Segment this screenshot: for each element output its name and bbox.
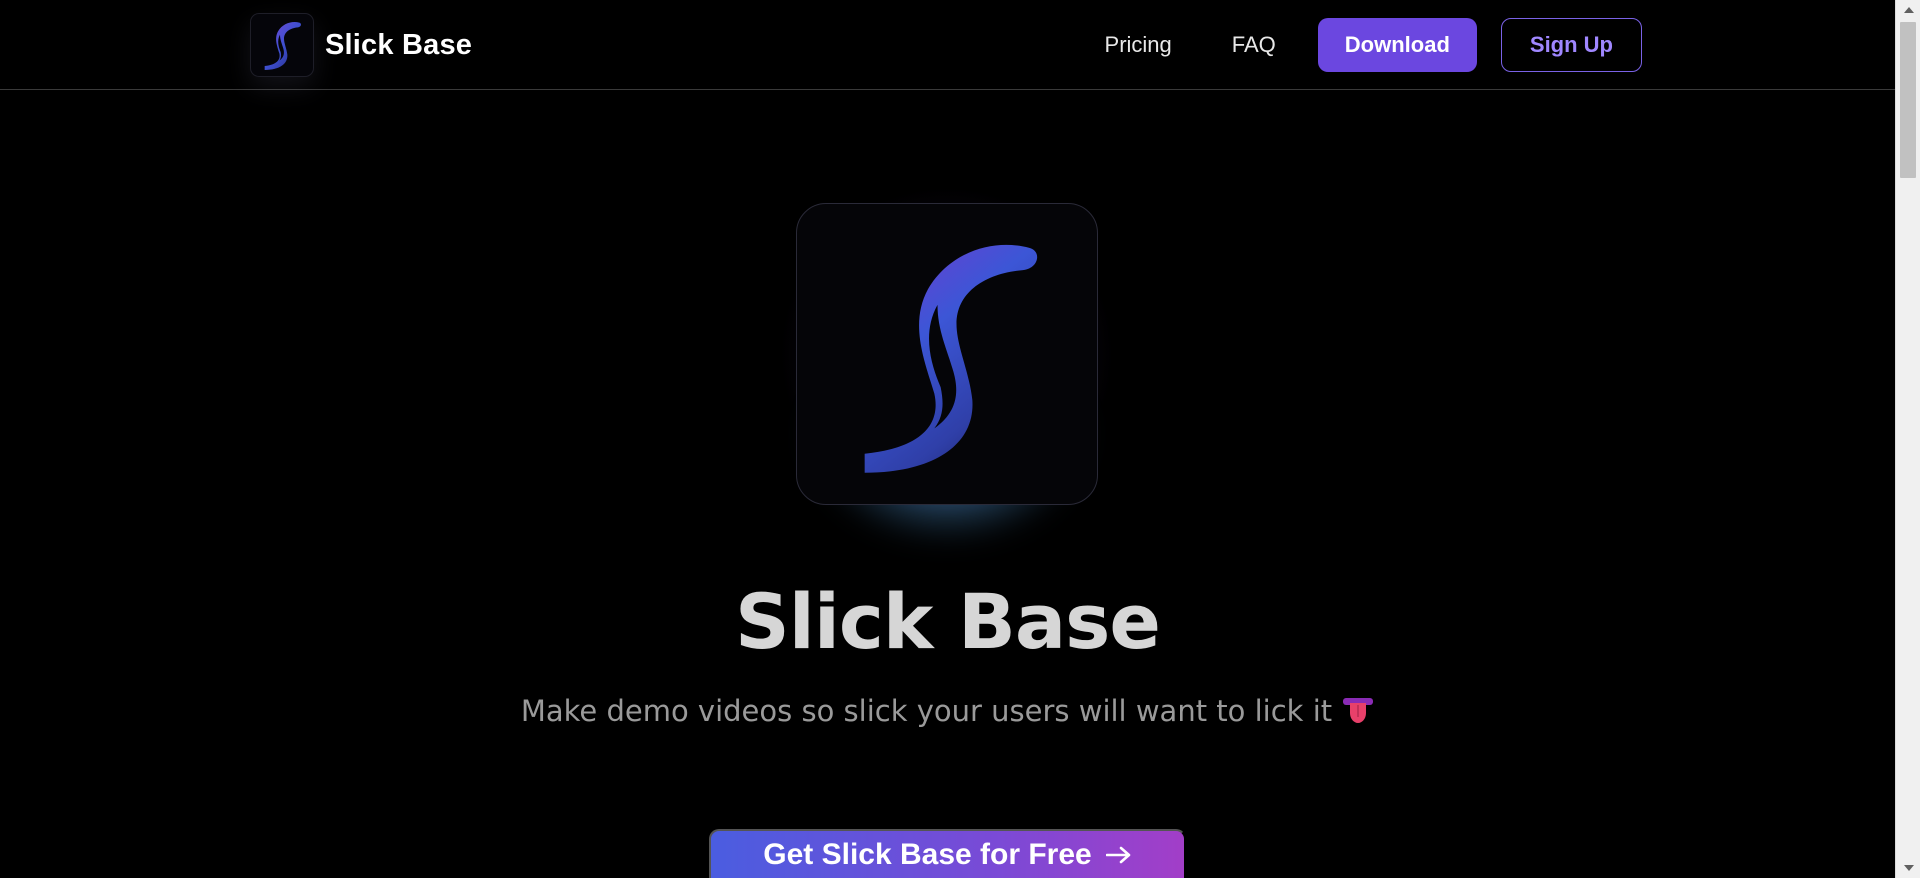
sign-up-button[interactable]: Sign Up xyxy=(1500,18,1642,72)
hero-subtitle: Make demo videos so slick your users wil… xyxy=(0,694,1895,732)
nav-faq-link[interactable]: FAQ xyxy=(1232,32,1276,58)
scroll-down-arrow-icon[interactable] xyxy=(1896,858,1920,878)
slick-base-s-logo-icon xyxy=(796,203,1098,505)
cta-label: Get Slick Base for Free xyxy=(763,838,1092,871)
page-viewport: Slick Base Pricing FAQ Download Sign Up xyxy=(0,0,1895,878)
brand-name: Slick Base xyxy=(325,28,473,61)
arrow-right-icon xyxy=(1105,838,1132,872)
download-button[interactable]: Download xyxy=(1317,18,1477,72)
hero-logo-container xyxy=(766,173,1128,543)
vertical-scrollbar[interactable] xyxy=(1895,0,1920,878)
scrollbar-thumb[interactable] xyxy=(1900,22,1916,178)
nav-pricing-link[interactable]: Pricing xyxy=(1105,32,1172,58)
slick-base-logo-icon xyxy=(250,13,314,77)
main-nav: Pricing FAQ Download Sign Up xyxy=(1105,18,1642,72)
hero-title: Slick Base xyxy=(735,577,1161,666)
scroll-up-arrow-icon[interactable] xyxy=(1896,0,1920,20)
tongue-emoji-icon xyxy=(1342,695,1374,732)
hero-subtitle-text: Make demo videos so slick your users wil… xyxy=(520,694,1333,728)
get-slick-base-free-button[interactable]: Get Slick Base for Free xyxy=(709,829,1186,878)
top-navbar: Slick Base Pricing FAQ Download Sign Up xyxy=(0,0,1895,90)
brand-link[interactable]: Slick Base xyxy=(250,13,472,77)
